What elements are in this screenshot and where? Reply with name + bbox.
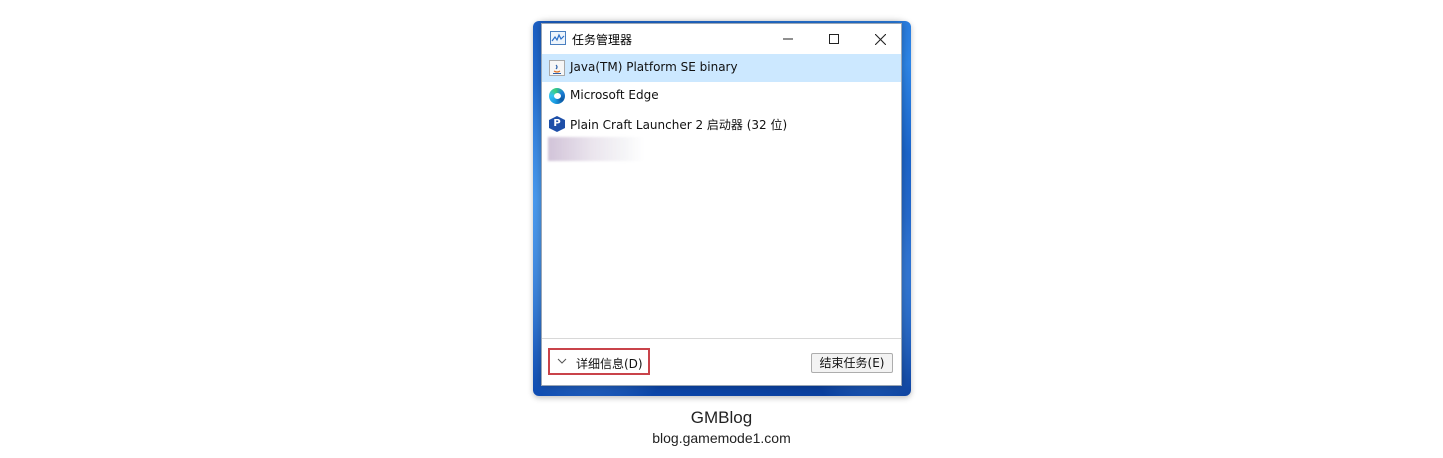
window-title: 任务管理器 [572,33,633,47]
blurred-list-item [548,137,644,161]
app-list: Java(TM) Platform SE binary Microsoft Ed… [542,54,901,138]
list-item-edge[interactable]: Microsoft Edge [542,82,901,110]
list-item-label: Plain Craft Launcher 2 启动器 (32 位) [570,118,788,132]
more-details-button[interactable]: 详细信息(D) [548,348,650,375]
caption-title: GMBlog [690,408,753,427]
caption-url: blog.gamemode1.com [652,430,791,446]
list-item-pcl[interactable]: P Plain Craft Launcher 2 启动器 (32 位) [542,110,901,138]
title-bar[interactable]: 任务管理器 [542,24,901,54]
minimize-button[interactable] [765,24,811,54]
task-manager-icon [550,31,566,45]
list-item-label: Java(TM) Platform SE binary [570,60,738,74]
end-task-button[interactable]: 结束任务(E) [811,353,893,373]
footer-divider [542,338,901,339]
close-icon [874,33,886,45]
chevron-down-icon [557,358,567,364]
edge-icon [549,88,565,104]
close-button[interactable] [857,24,903,54]
java-icon [549,60,565,76]
maximize-icon [829,34,839,44]
list-item-label: Microsoft Edge [570,88,659,102]
task-manager-window: 任务管理器 Java(TM) Platform SE binary Micros… [541,23,902,386]
minimize-icon [783,38,793,40]
pcl-icon: P [549,116,565,132]
more-details-label: 详细信息(D) [576,357,643,371]
maximize-button[interactable] [811,24,857,54]
list-item-java[interactable]: Java(TM) Platform SE binary [542,54,901,82]
